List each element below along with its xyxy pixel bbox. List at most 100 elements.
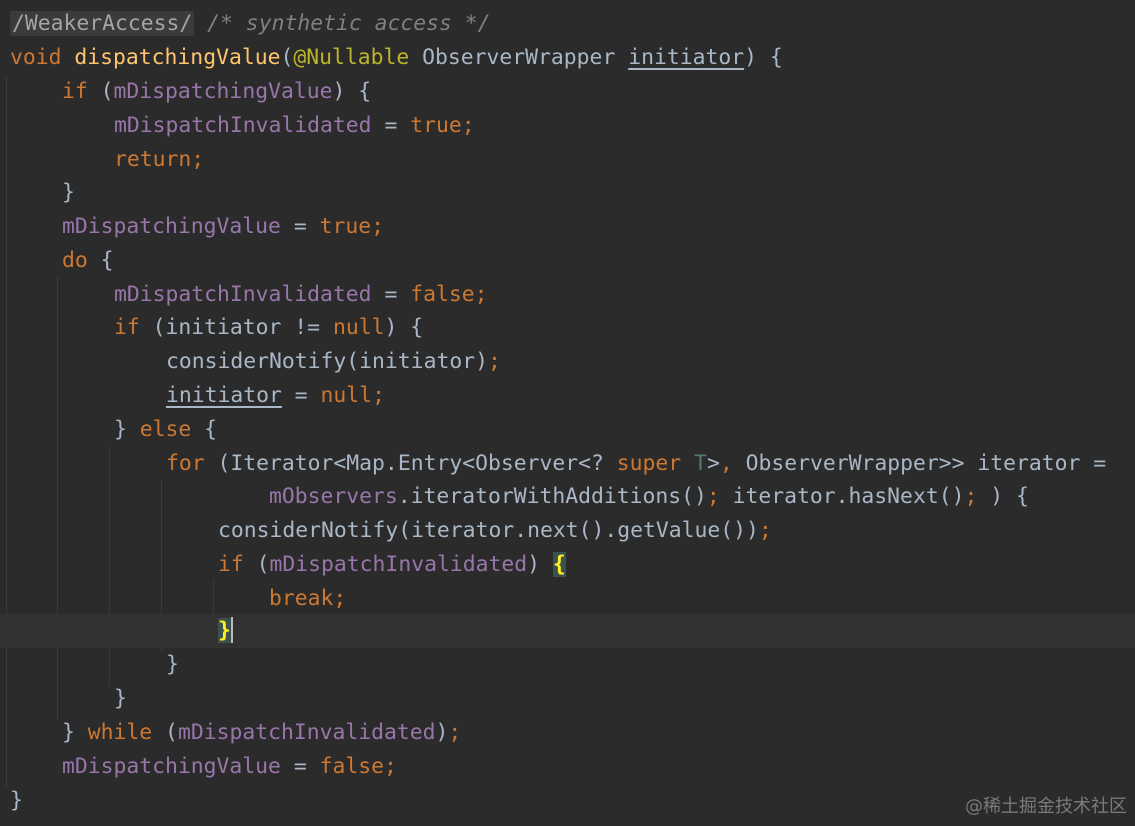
code-line-10[interactable]: if (initiator != null) { <box>114 311 423 345</box>
code-comma: , <box>719 451 733 476</box>
code-method-call: considerNotify(iterator.next().getValue(… <box>218 518 759 543</box>
code-line-1[interactable]: /WeakerAccess/ /* synthetic access */ <box>10 7 491 41</box>
matched-brace-close: } <box>218 618 231 643</box>
code-line-11[interactable]: considerNotify(initiator); <box>166 345 501 379</box>
code-semicolon: ; <box>758 518 772 543</box>
code-semicolon: ; <box>461 113 475 138</box>
code-text: ) <box>435 720 449 745</box>
code-line-7[interactable]: mDispatchingValue = true; <box>62 210 384 244</box>
code-text: ( <box>87 79 114 104</box>
code-line-13[interactable]: } else { <box>114 413 217 447</box>
code-text: } <box>114 417 140 442</box>
code-method-call: considerNotify(initiator) <box>166 349 488 374</box>
code-line-17[interactable]: if (mDispatchInvalidated) { <box>218 548 566 582</box>
code-text: ) { <box>744 45 783 70</box>
indent-guide-3 <box>109 446 110 686</box>
code-method-name: dispatchingValue <box>74 45 281 70</box>
code-variable: initiator <box>166 383 282 408</box>
code-text: ) <box>527 552 553 577</box>
code-keyword: do <box>62 248 88 273</box>
code-text: ) { <box>977 484 1029 509</box>
code-keyword: if <box>114 315 140 340</box>
code-line-9[interactable]: mDispatchInvalidated = false; <box>114 278 488 312</box>
code-text: (Iterator<Map.Entry<Observer<? <box>204 451 617 476</box>
code-keyword: false <box>410 282 475 307</box>
indent-guide-1 <box>6 76 7 788</box>
watermark: @稀土掘金技术社区 <box>965 796 1127 817</box>
code-text: } <box>62 720 88 745</box>
code-text: (initiator != <box>139 315 333 340</box>
code-annotation: @Nullable <box>293 45 410 70</box>
code-keyword: return <box>114 147 192 172</box>
code-keyword: if <box>218 552 244 577</box>
code-text: ( <box>280 45 294 70</box>
code-editor[interactable]: /WeakerAccess/ /* synthetic access */ vo… <box>0 0 1135 826</box>
code-text: { <box>87 248 114 273</box>
code-brace: } <box>10 788 23 813</box>
code-brace: } <box>166 652 179 677</box>
code-brace: } <box>114 686 127 711</box>
code-field: mDispatchInvalidated <box>114 113 372 138</box>
code-text: ObserverWrapper>> iterator = <box>732 451 1107 476</box>
code-semicolon: ; <box>474 282 488 307</box>
code-field: mDispatchingValue <box>62 754 281 779</box>
code-line-5[interactable]: return; <box>114 143 204 177</box>
code-line-14[interactable]: for (Iterator<Map.Entry<Observer<? super… <box>166 447 1106 481</box>
code-text: ObserverWrapper <box>409 45 629 70</box>
code-line-16[interactable]: considerNotify(iterator.next().getValue(… <box>218 514 772 548</box>
code-line-4[interactable]: mDispatchInvalidated = true; <box>114 109 475 143</box>
code-text: ) { <box>384 315 424 340</box>
code-line-23[interactable]: mDispatchingValue = false; <box>62 750 397 784</box>
code-keyword: else <box>139 417 192 442</box>
code-keyword: while <box>87 720 153 745</box>
code-semicolon: ; <box>372 383 385 408</box>
code-semicolon: ; <box>371 214 384 239</box>
code-keyword: true <box>319 214 372 239</box>
code-line-15[interactable]: mObservers.iteratorWithAdditions(); iter… <box>269 480 1029 514</box>
code-operator: = <box>281 383 321 408</box>
code-keyword: null <box>332 315 385 340</box>
code-line-2[interactable]: void dispatchingValue(@Nullable Observer… <box>10 41 783 75</box>
code-text: ( <box>152 720 178 745</box>
code-operator: = <box>371 113 411 138</box>
code-line-12[interactable]: initiator = null; <box>166 379 385 413</box>
code-annotation-comment: /WeakerAccess/ <box>10 11 195 36</box>
code-keyword: void <box>10 45 62 70</box>
code-line-8[interactable]: do { <box>62 244 114 278</box>
code-line-3[interactable]: if (mDispatchingValue) { <box>62 75 371 109</box>
code-line-19[interactable]: } <box>218 614 233 648</box>
code-line-6[interactable]: } <box>62 176 75 210</box>
code-text: { <box>191 417 218 442</box>
code-keyword: break <box>269 586 334 611</box>
code-text: > <box>706 451 720 476</box>
code-semicolon: ; <box>191 147 205 172</box>
code-text: ) { <box>332 79 372 104</box>
code-field: mDispatchingValue <box>113 79 333 104</box>
code-semicolon: ; <box>964 484 978 509</box>
text-caret <box>230 617 233 643</box>
code-keyword: null <box>320 383 373 408</box>
matched-brace-open: { <box>552 552 566 577</box>
code-operator: = <box>280 754 320 779</box>
indent-guide-2 <box>57 276 58 720</box>
code-text: ( <box>243 552 270 577</box>
code-keyword: if <box>62 79 88 104</box>
code-operator: = <box>280 214 320 239</box>
code-line-21[interactable]: } <box>114 682 127 716</box>
code-field: mDispatchInvalidated <box>269 552 528 577</box>
code-semicolon: ; <box>333 586 347 611</box>
code-line-20[interactable]: } <box>166 648 179 682</box>
code-text: .iteratorWithAdditions() <box>397 484 707 509</box>
code-semicolon: ; <box>448 720 462 745</box>
code-operator: = <box>371 282 411 307</box>
code-line-22[interactable]: } while (mDispatchInvalidated); <box>62 716 461 750</box>
code-line-18[interactable]: break; <box>269 582 346 616</box>
code-line-24[interactable]: } <box>10 784 23 818</box>
code-text: iterator.hasNext() <box>719 484 965 509</box>
code-semicolon: ; <box>383 754 397 779</box>
code-keyword: for <box>166 451 205 476</box>
code-keyword: true <box>410 113 462 138</box>
code-type-parameter: T <box>694 451 707 476</box>
code-semicolon: ; <box>706 484 720 509</box>
code-keyword: super <box>616 451 682 476</box>
